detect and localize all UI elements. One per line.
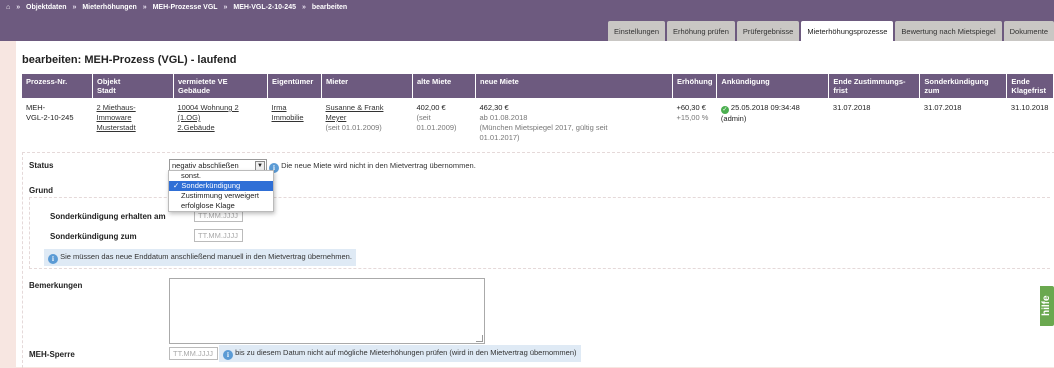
breadcrumb-prozess[interactable]: MEH-VGL-2-10-245 xyxy=(233,4,296,11)
cell-erhoehung: +60,30 € +15,00 % xyxy=(676,103,709,122)
sk-zum-label: Sonderkündigung zum xyxy=(50,232,137,241)
help-button[interactable]: hilfe xyxy=(1040,286,1054,326)
grund-option-sonst[interactable]: sonst. xyxy=(169,171,273,181)
info-icon: i xyxy=(223,350,233,360)
cell-neue-miete: 462,30 € ab 01.08.2018 (München Mietspiege… xyxy=(479,103,608,142)
cell-alte-miete: 402,00 € (seit 01.01.2009) xyxy=(416,103,457,132)
edit-form: Status negativ abschließen ▼ i Die neue … xyxy=(22,152,1054,368)
page-title: bearbeiten: MEH-Prozess (VGL) - laufend xyxy=(22,54,237,66)
breadcrumb: ⌂ » Objektdaten » Mieterhöhungen » MEH-P… xyxy=(6,4,351,11)
grund-dropdown-list[interactable]: sonst. ✓ Sonderkündigung Zustimmung verw… xyxy=(168,170,274,212)
meh-sperre-label: MEH-Sperre xyxy=(29,350,75,359)
meh-sperre-date-input[interactable]: TT.MM.JJJJ xyxy=(169,347,218,360)
process-table: Prozess-Nr. Objekt Stadt vermietete VE Geb… xyxy=(22,74,1054,148)
cell-eigentuemer[interactable]: Irma Immobilie xyxy=(268,98,322,148)
top-bar: ⌂ » Objektdaten » Mieterhöhungen » MEH-P… xyxy=(0,0,1054,19)
table-row: MEH- VGL-2-10-245 2 Miethaus- Immoware Must… xyxy=(22,98,1054,148)
main-content: bearbeiten: MEH-Prozess (VGL) - laufend … xyxy=(16,41,1054,368)
breadcrumb-meh-prozesse[interactable]: MEH-Prozesse VGL xyxy=(153,4,218,11)
grund-label: Grund xyxy=(29,186,53,195)
info-icon: i xyxy=(48,254,58,264)
table-header-row: Prozess-Nr. Objekt Stadt vermietete VE Geb… xyxy=(22,74,1054,98)
col-alte-miete: alte Miete xyxy=(412,74,476,98)
bemerkungen-textarea[interactable] xyxy=(169,278,485,344)
status-label: Status xyxy=(29,161,54,170)
enddatum-note: i Sie müssen das neue Enddatum anschließ… xyxy=(44,249,356,266)
cell-prozess-nr: MEH- VGL-2-10-245 xyxy=(26,103,74,122)
breadcrumb-bearbeiten: bearbeiten xyxy=(311,4,348,11)
bemerkungen-label: Bemerkungen xyxy=(29,281,83,290)
col-eigentuemer: Eigentümer xyxy=(267,74,322,98)
check-icon: ✓ xyxy=(720,106,729,114)
breadcrumb-separator: » xyxy=(16,4,21,11)
breadcrumb-separator: » xyxy=(223,4,228,11)
sk-erhalten-label: Sonderkündigung erhalten am xyxy=(50,212,166,221)
col-erhoehung: Erhöhung xyxy=(672,74,718,98)
home-icon[interactable]: ⌂ xyxy=(6,4,10,11)
cell-objekt[interactable]: 2 Miethaus- Immoware Musterstadt xyxy=(93,98,174,148)
tab-bewertung-mietspiegel[interactable]: Bewertung nach Mietspiegel xyxy=(895,21,1002,41)
col-neue-miete: neue Miete xyxy=(475,74,673,98)
resize-grip-icon[interactable] xyxy=(476,335,483,342)
cell-vermietete-ve[interactable]: 10004 Wohnung 2 (1.OG) 2.Gebäude xyxy=(174,98,268,148)
col-ankuendigung: Ankündigung xyxy=(716,74,830,98)
tab-pruefergebnisse[interactable]: Prüfergebnisse xyxy=(736,21,800,41)
breadcrumb-separator: » xyxy=(72,4,77,11)
breadcrumb-separator: » xyxy=(142,4,147,11)
meh-sperre-note: i bis zu diesem Datum nicht auf mögliche… xyxy=(219,345,581,362)
col-ende-zustimmungsfrist: Ende Zustimmungs-frist xyxy=(828,74,921,98)
breadcrumb-objektdaten[interactable]: Objektdaten xyxy=(26,4,66,11)
col-sonderkuendigung: Sonderkündigung zum xyxy=(919,74,1008,98)
col-vermietete-ve: vermietete VE Gebäude xyxy=(173,74,268,98)
col-objekt: Objekt Stadt xyxy=(92,74,174,98)
breadcrumb-separator: » xyxy=(301,4,306,11)
tab-mieterhoehungsprozesse[interactable]: Mieterhöhungsprozesse xyxy=(801,21,894,41)
cell-klagefrist: 31.10.2018 xyxy=(1010,103,1049,112)
grund-option-erfolglose-klage[interactable]: erfolglose Klage xyxy=(169,201,273,211)
col-prozess-nr: Prozess-Nr. xyxy=(22,74,93,98)
breadcrumb-mieterhoehungen[interactable]: Mieterhöhungen xyxy=(82,4,136,11)
grund-option-sonderkuendigung[interactable]: ✓ Sonderkündigung xyxy=(169,181,273,191)
cell-ende-zustimmungsfrist: 31.07.2018 xyxy=(832,103,871,112)
cell-ankuendigung: ✓ 25.05.2018 09:34:48 (admin) xyxy=(720,103,800,123)
grund-option-zustimmung-verweigert[interactable]: Zustimmung verweigert xyxy=(169,191,273,201)
sk-zum-date-input[interactable]: TT.MM.JJJJ xyxy=(194,229,243,242)
tab-einstellungen[interactable]: Einstellungen xyxy=(607,21,666,41)
tab-bar: Einstellungen Erhöhung prüfen Prüfergebn… xyxy=(606,21,1054,41)
tab-erhoehung-pruefen[interactable]: Erhöhung prüfen xyxy=(667,21,735,41)
col-mieter: Mieter xyxy=(321,74,413,98)
cell-mieter[interactable]: Susanne & Frank Meyer (seit 01.01.2009) xyxy=(322,98,413,148)
col-klagefrist: Ende Klagefrist xyxy=(1006,74,1054,98)
status-select-value: negativ abschließen xyxy=(172,161,239,170)
cell-sonderkuendigung: 31.07.2018 xyxy=(923,103,962,112)
tab-dokumente[interactable]: Dokumente xyxy=(1003,21,1054,41)
status-note: i Die neue Miete wird nicht in den Mietv… xyxy=(269,158,476,175)
